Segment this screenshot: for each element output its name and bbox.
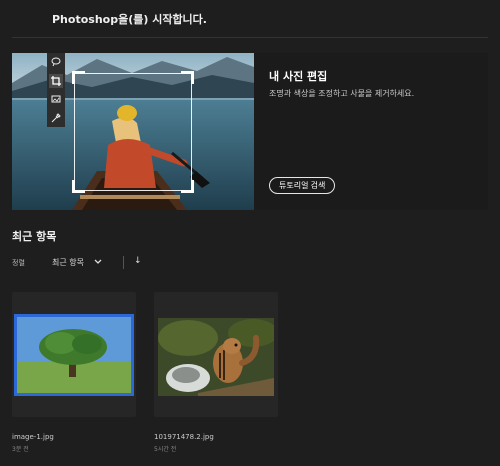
file-time: 5시간 전 bbox=[154, 446, 177, 453]
banner-photo bbox=[12, 53, 254, 210]
header-divider bbox=[12, 37, 488, 38]
crop-frame[interactable] bbox=[72, 71, 194, 193]
crop-handle-top-right[interactable] bbox=[181, 71, 194, 84]
sort-value: 최근 항목 bbox=[52, 258, 84, 267]
eyedropper-icon[interactable] bbox=[49, 111, 63, 125]
lasso-icon[interactable] bbox=[49, 55, 63, 69]
file-name: image-1.jpg bbox=[12, 433, 54, 441]
page-title: Photoshop을(를) 시작합니다. bbox=[52, 13, 207, 26]
search-tutorials-button[interactable]: 튜토리얼 검색 bbox=[269, 177, 336, 194]
crop-handle-top-left[interactable] bbox=[72, 71, 85, 84]
recent-file-card[interactable]: image-1.jpg 3분 전 bbox=[12, 292, 136, 453]
recent-heading: 최근 항목 bbox=[12, 230, 57, 243]
crop-icon[interactable] bbox=[49, 73, 63, 88]
sort-dropdown[interactable]: 최근 항목 bbox=[52, 257, 102, 268]
image-icon[interactable] bbox=[49, 92, 63, 106]
file-time: 3분 전 bbox=[12, 446, 29, 453]
file-name: 101971478.2.jpg bbox=[154, 433, 214, 441]
edit-photo-banner: 내 사진 편집 조명과 색상을 조정하고 사물을 제거하세요. 튜토리얼 검색 bbox=[12, 53, 488, 210]
sort-label: 정렬 bbox=[12, 259, 25, 267]
banner-title: 내 사진 편집 bbox=[269, 70, 328, 83]
tool-strip bbox=[47, 53, 65, 127]
chevron-down-icon bbox=[94, 258, 102, 267]
banner-description: 조명과 색상을 조정하고 사물을 제거하세요. bbox=[269, 89, 415, 98]
crop-handle-bottom-left[interactable] bbox=[72, 180, 85, 193]
file-thumbnail[interactable] bbox=[158, 318, 274, 396]
file-thumbnail[interactable] bbox=[14, 314, 134, 396]
recent-file-card[interactable]: 101971478.2.jpg 5시간 전 bbox=[154, 292, 278, 453]
crop-handle-bottom-right[interactable] bbox=[181, 180, 194, 193]
sort-direction-button[interactable]: ↓ bbox=[134, 256, 142, 266]
sort-divider bbox=[123, 256, 124, 269]
